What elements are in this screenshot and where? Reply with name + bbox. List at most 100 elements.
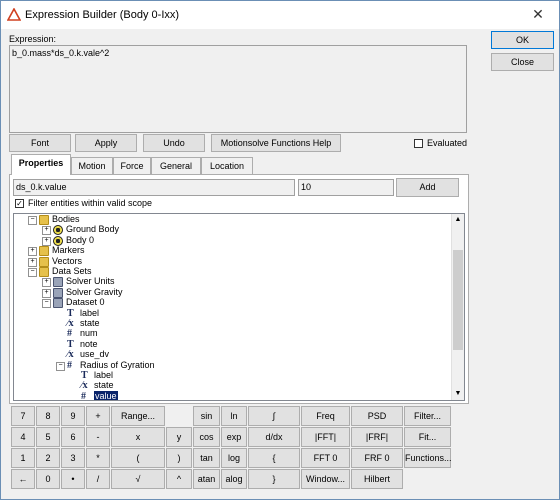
expand-icon[interactable]: +: [28, 247, 37, 257]
expand-icon[interactable]: +: [42, 278, 51, 288]
tab-motion[interactable]: Motion: [71, 157, 113, 174]
keypad-key[interactable]: ): [166, 448, 192, 468]
evaluated-checkbox[interactable]: [414, 139, 423, 148]
keypad-key[interactable]: Filter...: [404, 406, 451, 426]
keypad-key[interactable]: |FFT|: [301, 427, 350, 447]
expand-icon[interactable]: +: [42, 226, 51, 236]
keypad-key[interactable]: exp: [221, 427, 247, 447]
keypad-key[interactable]: FFT 0: [301, 448, 350, 468]
keypad-key[interactable]: Window...: [301, 469, 350, 489]
expression-field[interactable]: b_0.mass*ds_0.k.vale^2: [9, 45, 467, 133]
keypad-key[interactable]: Functions...: [404, 448, 452, 468]
tree-node[interactable]: state: [94, 380, 114, 391]
tree-node[interactable]: label: [94, 370, 113, 381]
expand-icon[interactable]: +: [28, 257, 37, 267]
keypad-key[interactable]: d/dx: [248, 427, 300, 447]
keypad-key[interactable]: 5: [36, 427, 60, 447]
expand-icon[interactable]: +: [42, 236, 51, 246]
keypad-key[interactable]: *: [86, 448, 110, 468]
keypad-key[interactable]: /: [86, 469, 110, 489]
tree-node[interactable]: Bodies: [52, 214, 80, 225]
keypad-key[interactable]: Hilbert: [351, 469, 403, 489]
keypad-key[interactable]: PSD: [351, 406, 403, 426]
keypad-key[interactable]: tan: [193, 448, 220, 468]
close-button[interactable]: Close: [491, 53, 554, 71]
tab-general[interactable]: General: [151, 157, 201, 174]
collapse-icon[interactable]: −: [56, 361, 65, 371]
keypad-key[interactable]: cos: [193, 427, 220, 447]
tree-node[interactable]: Radius of Gyration: [80, 360, 155, 371]
keypad-key[interactable]: 7: [11, 406, 35, 426]
keypad-key[interactable]: ln: [221, 406, 247, 426]
add-button[interactable]: Add: [396, 178, 459, 197]
keypad-key[interactable]: y: [166, 427, 192, 447]
tree-node[interactable]: num: [80, 328, 98, 339]
tree-node[interactable]: Data Sets: [52, 266, 92, 277]
keypad-key[interactable]: x: [111, 427, 165, 447]
scroll-thumb[interactable]: [453, 250, 463, 350]
keypad-key[interactable]: 1: [11, 448, 35, 468]
tab-properties[interactable]: Properties: [11, 154, 71, 175]
tree-node[interactable]: state: [80, 318, 100, 329]
keypad-key[interactable]: ∫: [248, 406, 300, 426]
tree-scrollbar[interactable]: ▲ ▼: [451, 214, 464, 400]
tab-location[interactable]: Location: [201, 157, 253, 174]
keypad-key[interactable]: (: [111, 448, 165, 468]
keypad-key[interactable]: Freq: [301, 406, 350, 426]
scroll-up-icon[interactable]: ▲: [452, 214, 464, 226]
tree-node[interactable]: Solver Units: [66, 276, 115, 287]
keypad-key[interactable]: +: [86, 406, 110, 426]
keypad-key[interactable]: •: [61, 469, 85, 489]
keypad-key[interactable]: 2: [36, 448, 60, 468]
keypad-key[interactable]: 4: [11, 427, 35, 447]
keypad-key[interactable]: sin: [193, 406, 220, 426]
filter-checkbox[interactable]: ✓: [15, 199, 24, 208]
font-button[interactable]: Font: [9, 134, 71, 152]
keypad-key[interactable]: log: [221, 448, 247, 468]
expression-label: Expression:: [9, 34, 57, 44]
tab-force[interactable]: Force: [113, 157, 151, 174]
expand-icon[interactable]: +: [42, 288, 51, 298]
tree-node[interactable]: value: [94, 390, 118, 400]
motionsolve-help-button[interactable]: Motionsolve Functions Help: [211, 134, 341, 152]
tree-node[interactable]: use_dv: [80, 349, 109, 360]
keypad-key[interactable]: Range...: [111, 406, 165, 426]
keypad-key[interactable]: 9: [61, 406, 85, 426]
keypad-key[interactable]: √: [111, 469, 165, 489]
tree-node[interactable]: Solver Gravity: [66, 287, 123, 298]
ok-button[interactable]: OK: [491, 31, 554, 49]
keypad-key[interactable]: ←: [11, 469, 35, 489]
entity-tree[interactable]: − Bodies + Ground Body + Body 0 + Markers + Vecto…: [13, 213, 465, 401]
keypad-key[interactable]: atan: [193, 469, 220, 489]
tree-node[interactable]: Markers: [52, 245, 85, 256]
collapse-icon[interactable]: −: [28, 216, 37, 225]
close-icon[interactable]: ✕: [523, 3, 553, 25]
keypad-key[interactable]: {: [248, 448, 300, 468]
collapse-icon[interactable]: −: [42, 299, 51, 309]
tree-node[interactable]: Ground Body: [66, 224, 119, 235]
tree-node[interactable]: label: [80, 308, 99, 319]
keypad-key[interactable]: 0: [36, 469, 60, 489]
path-field[interactable]: ds_0.k.value: [13, 179, 295, 196]
keypad-key[interactable]: 3: [61, 448, 85, 468]
tree-node[interactable]: Vectors: [52, 256, 82, 267]
value-field[interactable]: 10: [298, 179, 394, 196]
dataset-icon: [53, 277, 63, 288]
apply-button[interactable]: Apply: [75, 134, 137, 152]
keypad-key[interactable]: Fit...: [404, 427, 451, 447]
keypad-key[interactable]: -: [86, 427, 110, 447]
keypad-key[interactable]: |FRF|: [351, 427, 403, 447]
collapse-icon[interactable]: −: [28, 268, 37, 277]
tree-node[interactable]: Dataset 0: [66, 297, 105, 308]
tree-node[interactable]: note: [80, 339, 98, 350]
tree-node-label: Data Sets: [52, 266, 92, 276]
tree-node[interactable]: Body 0: [66, 235, 94, 246]
keypad-key[interactable]: 8: [36, 406, 60, 426]
keypad-key[interactable]: ^: [166, 469, 192, 489]
keypad-key[interactable]: alog: [221, 469, 247, 489]
keypad-key[interactable]: FRF 0: [351, 448, 403, 468]
keypad-key[interactable]: }: [248, 469, 300, 489]
keypad-key[interactable]: 6: [61, 427, 85, 447]
scroll-down-icon[interactable]: ▼: [452, 388, 464, 400]
undo-button[interactable]: Undo: [143, 134, 205, 152]
